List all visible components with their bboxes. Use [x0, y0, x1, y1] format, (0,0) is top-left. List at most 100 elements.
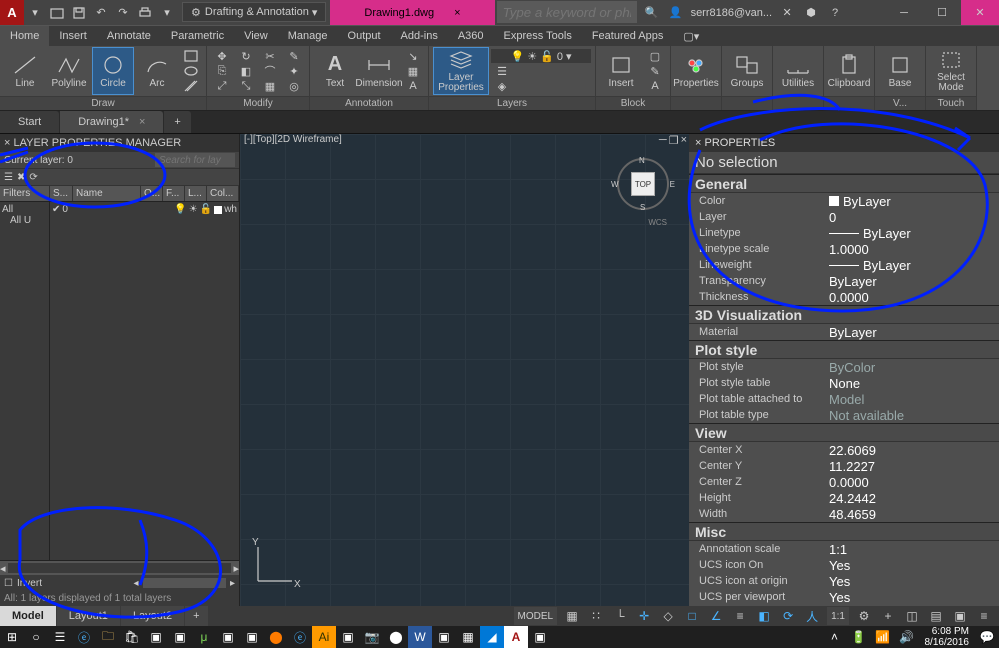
tab-add-layout[interactable]: +: [185, 606, 207, 626]
help-search-input[interactable]: [497, 1, 637, 23]
new-icon[interactable]: ▾: [24, 0, 46, 25]
properties-button[interactable]: Properties: [675, 47, 717, 95]
dimension-button[interactable]: Dimension: [358, 47, 400, 95]
array-icon[interactable]: ▦: [259, 79, 281, 93]
filetab-drawing1[interactable]: Drawing1*×: [60, 111, 163, 133]
maximize-button[interactable]: ☐: [923, 0, 961, 25]
document-title-tab[interactable]: Drawing1.dwg×: [330, 0, 494, 25]
mtext-icon[interactable]: A: [402, 79, 424, 93]
prop-annoscale[interactable]: Annotation scale1:1: [689, 541, 999, 557]
utilities-button[interactable]: Utilities: [777, 47, 819, 95]
annotation-monitor-icon[interactable]: +: [879, 607, 897, 625]
prop-cx[interactable]: Center X22.6069: [689, 442, 999, 458]
lp-col-filters[interactable]: Filters: [0, 186, 50, 201]
prop-transparency[interactable]: TransparencyByLayer: [689, 273, 999, 289]
color-swatch[interactable]: [214, 206, 222, 214]
base-button[interactable]: Base: [879, 47, 921, 95]
layer-combo[interactable]: 💡 ☀ 🔓 0 ▾: [491, 49, 591, 63]
minimize-icon[interactable]: ─: [659, 134, 667, 147]
polar-icon[interactable]: ✛: [635, 607, 653, 625]
annoscale-button[interactable]: 1:1: [827, 607, 849, 625]
lp-col-name[interactable]: Name: [73, 186, 141, 201]
cat-3dviz[interactable]: 3D Visualization: [689, 305, 999, 324]
sun-icon[interactable]: ☀: [189, 204, 198, 215]
edit-block-icon[interactable]: ✎: [644, 64, 666, 78]
invert-checkbox[interactable]: ☐: [4, 578, 13, 589]
edge-icon[interactable]: ⓔ: [72, 626, 96, 648]
tab-layout1[interactable]: Layout1: [57, 606, 120, 626]
lp-col-status[interactable]: S...: [50, 186, 73, 201]
tab-output[interactable]: Output: [338, 26, 391, 46]
units-icon[interactable]: ◫: [903, 607, 921, 625]
volume-icon[interactable]: 🔊: [895, 626, 919, 648]
lp-new-layer-icon[interactable]: ☰: [4, 172, 13, 183]
create-block-icon[interactable]: ▢: [644, 49, 666, 63]
exchange-icon[interactable]: ✕: [778, 4, 796, 22]
utorrent-icon[interactable]: μ: [192, 626, 216, 648]
lp-layer-list[interactable]: ✔ 0 💡 ☀ 🔓 wh: [50, 202, 239, 560]
scale-icon[interactable]: ⤡: [235, 79, 257, 93]
app-icon[interactable]: ▣: [240, 626, 264, 648]
signin-icon[interactable]: 👤: [667, 4, 685, 22]
attr-icon[interactable]: A: [644, 79, 666, 93]
clock[interactable]: 6:08 PM8/16/2016: [919, 626, 976, 648]
otrack-icon[interactable]: ∠: [707, 607, 725, 625]
close-icon[interactable]: ×: [454, 7, 460, 19]
layer-properties-button[interactable]: Layer Properties: [433, 47, 489, 95]
lp-filter-tree[interactable]: All All U: [0, 202, 50, 560]
camera-icon[interactable]: 📷: [360, 626, 384, 648]
layer-states-icon[interactable]: ☰: [491, 64, 513, 78]
app-icon[interactable]: ▣: [168, 626, 192, 648]
cat-misc[interactable]: Misc: [689, 522, 999, 541]
cat-view[interactable]: View: [689, 423, 999, 442]
a360-icon[interactable]: ⬢: [802, 4, 820, 22]
polyline-button[interactable]: Polyline: [48, 47, 90, 95]
undo-icon[interactable]: ↶: [90, 0, 112, 25]
prop-cy[interactable]: Center Y11.2227: [689, 458, 999, 474]
ellipse-icon[interactable]: [180, 64, 202, 78]
close-icon[interactable]: ×: [681, 134, 687, 147]
search-icon[interactable]: ○: [24, 626, 48, 648]
tab-manage[interactable]: Manage: [278, 26, 338, 46]
app-icon[interactable]: ▣: [432, 626, 456, 648]
lp-refresh-icon[interactable]: ⟳: [29, 172, 37, 183]
autocad-icon[interactable]: A: [504, 626, 528, 648]
redo-icon[interactable]: ↷: [112, 0, 134, 25]
model-space-button[interactable]: MODEL: [514, 607, 558, 625]
lp-layer-row[interactable]: ✔ 0 💡 ☀ 🔓 wh: [50, 202, 239, 217]
lp-scrollbar[interactable]: ◂▸: [0, 561, 239, 575]
offset-icon[interactable]: ◎: [283, 79, 305, 93]
tray-chevron-icon[interactable]: ˄: [823, 626, 847, 648]
battery-icon[interactable]: 🔋: [847, 626, 871, 648]
tab-model[interactable]: Model: [0, 606, 56, 626]
prop-layer[interactable]: Layer0: [689, 209, 999, 225]
tab-parametric[interactable]: Parametric: [161, 26, 234, 46]
prop-ucsorigin[interactable]: UCS icon at originYes: [689, 573, 999, 589]
drawing-canvas[interactable]: [-][Top][2D Wireframe] ─ ❐ × TOP N S W E…: [240, 134, 689, 606]
lp-delete-layer-icon[interactable]: ✖: [17, 172, 25, 183]
tab-annotate[interactable]: Annotate: [97, 26, 161, 46]
search-icon[interactable]: 🔍: [643, 4, 661, 22]
text-button[interactable]: AText: [314, 47, 356, 95]
clipboard-button[interactable]: Clipboard: [828, 47, 870, 95]
insert-button[interactable]: Insert: [600, 47, 642, 95]
quickprops-icon[interactable]: ▤: [927, 607, 945, 625]
open-icon[interactable]: [46, 0, 68, 25]
save-icon[interactable]: [68, 0, 90, 25]
customize-icon[interactable]: ≡: [975, 607, 993, 625]
tab-addins[interactable]: Add-ins: [391, 26, 448, 46]
erase-icon[interactable]: ✎: [283, 49, 305, 63]
app-icon[interactable]: ▣: [528, 626, 552, 648]
prop-ucspervp[interactable]: UCS per viewportYes: [689, 589, 999, 605]
close-icon[interactable]: ×: [139, 116, 145, 128]
explorer-icon[interactable]: 🗀: [96, 626, 120, 648]
app-icon[interactable]: ▣: [336, 626, 360, 648]
store-icon[interactable]: 🛍: [120, 626, 144, 648]
app-icon[interactable]: ⬤: [384, 626, 408, 648]
filetab-new[interactable]: +: [164, 111, 190, 133]
lp-col-color[interactable]: Col...: [207, 186, 239, 201]
prop-cz[interactable]: Center Z0.0000: [689, 474, 999, 490]
tab-home[interactable]: Home: [0, 26, 49, 46]
app-logo[interactable]: A: [0, 0, 24, 25]
prop-plottype[interactable]: Plot table typeNot available: [689, 407, 999, 423]
